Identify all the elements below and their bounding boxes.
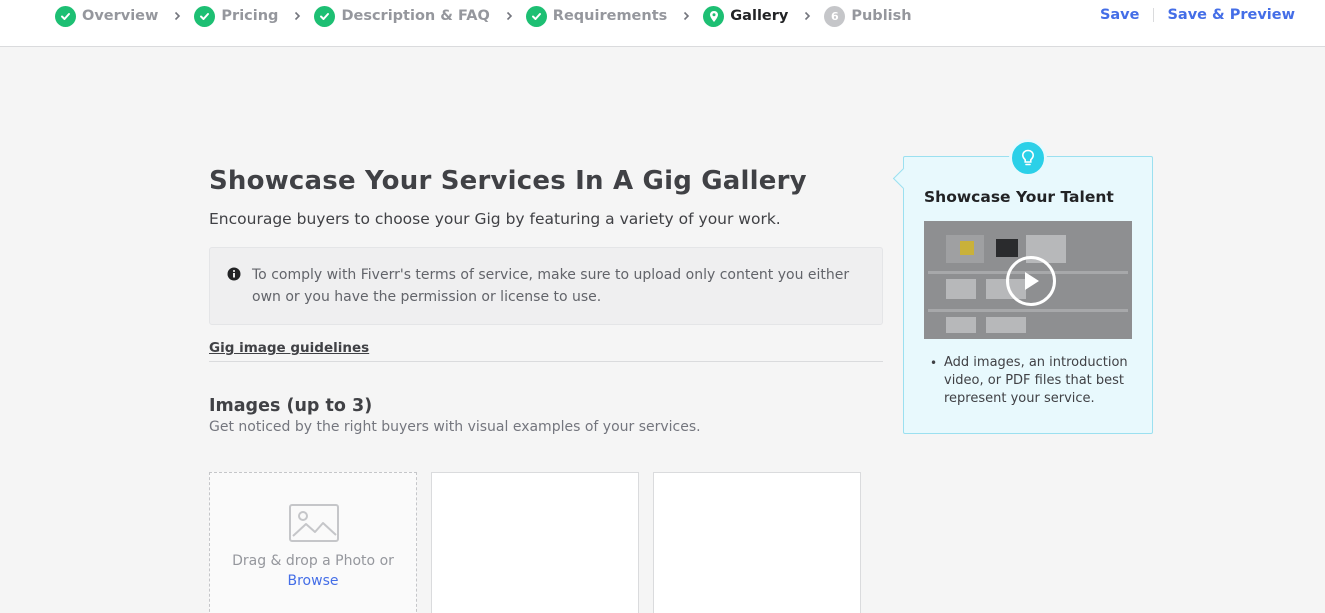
gig-stepper-bar: Overview Pricing Description & FAQ Requi… bbox=[0, 0, 1325, 47]
step-pricing[interactable]: Pricing bbox=[194, 5, 279, 27]
images-section-title: Images (up to 3) bbox=[209, 396, 373, 416]
terms-notice: To comply with Fiverr's terms of service… bbox=[209, 247, 883, 325]
chevron-right-icon bbox=[174, 11, 184, 21]
page-subtitle: Encourage buyers to choose your Gig by f… bbox=[209, 210, 781, 228]
check-icon bbox=[525, 5, 547, 27]
stepper: Overview Pricing Description & FAQ Requi… bbox=[55, 5, 912, 27]
step-label: Description & FAQ bbox=[341, 8, 490, 24]
notice-text: To comply with Fiverr's terms of service… bbox=[252, 267, 850, 305]
tip-title: Showcase Your Talent bbox=[924, 188, 1114, 206]
image-slot[interactable] bbox=[431, 472, 639, 613]
images-section-description: Get noticed by the right buyers with vis… bbox=[209, 419, 701, 435]
step-label: Publish bbox=[851, 8, 912, 24]
page-title: Showcase Your Services In A Gig Gallery bbox=[209, 166, 807, 196]
step-gallery[interactable]: Gallery bbox=[703, 5, 789, 27]
step-label: Gallery bbox=[730, 8, 789, 24]
play-icon bbox=[1006, 256, 1056, 306]
image-slot[interactable] bbox=[653, 472, 861, 613]
info-icon bbox=[227, 266, 241, 281]
thumb-block bbox=[946, 279, 976, 299]
dropzone-text: Drag & drop a Photo or Browse bbox=[210, 551, 416, 591]
thumb-line bbox=[928, 309, 1128, 312]
step-number-badge: 6 bbox=[824, 5, 846, 27]
thumb-block bbox=[996, 239, 1018, 257]
step-requirements[interactable]: Requirements bbox=[525, 5, 668, 27]
thumb-block bbox=[946, 317, 976, 333]
tip-card: Showcase Your Talent Add images, an intr… bbox=[903, 139, 1153, 434]
thumb-block bbox=[986, 317, 1026, 333]
image-placeholder-icon bbox=[289, 504, 339, 542]
chevron-right-icon bbox=[804, 11, 814, 21]
chevron-right-icon bbox=[683, 11, 693, 21]
image-dropzone[interactable]: Drag & drop a Photo or Browse bbox=[209, 472, 417, 613]
chevron-right-icon bbox=[506, 11, 516, 21]
step-publish[interactable]: 6 Publish bbox=[824, 5, 912, 27]
location-pin-icon bbox=[703, 5, 725, 27]
dropzone-label: Drag & drop a Photo or bbox=[232, 553, 394, 569]
step-label: Overview bbox=[82, 8, 159, 24]
step-overview[interactable]: Overview bbox=[55, 5, 159, 27]
save-button[interactable]: Save bbox=[1100, 7, 1140, 23]
lightbulb-icon bbox=[1009, 139, 1047, 177]
header-actions: Save Save & Preview bbox=[1100, 7, 1295, 23]
chevron-right-icon bbox=[294, 11, 304, 21]
step-description-faq[interactable]: Description & FAQ bbox=[314, 5, 490, 27]
save-preview-button[interactable]: Save & Preview bbox=[1167, 7, 1295, 23]
check-icon bbox=[55, 5, 76, 27]
thumb-block bbox=[960, 241, 974, 255]
gallery-section: Showcase Your Services In A Gig Gallery … bbox=[209, 165, 883, 435]
step-label: Requirements bbox=[552, 8, 668, 24]
tip-list: Add images, an introduction video, or PD… bbox=[928, 354, 1138, 408]
divider bbox=[1153, 8, 1155, 22]
check-icon bbox=[314, 5, 336, 27]
browse-link[interactable]: Browse bbox=[210, 571, 416, 591]
tip-bullet: Add images, an introduction video, or PD… bbox=[928, 354, 1138, 408]
guidelines-row: Gig image guidelines bbox=[209, 337, 883, 362]
tutorial-video-thumbnail[interactable] bbox=[924, 221, 1132, 339]
check-icon bbox=[194, 5, 216, 27]
image-upload-slots: Drag & drop a Photo or Browse bbox=[209, 472, 875, 613]
gig-image-guidelines-link[interactable]: Gig image guidelines bbox=[209, 340, 369, 356]
step-label: Pricing bbox=[221, 8, 279, 24]
